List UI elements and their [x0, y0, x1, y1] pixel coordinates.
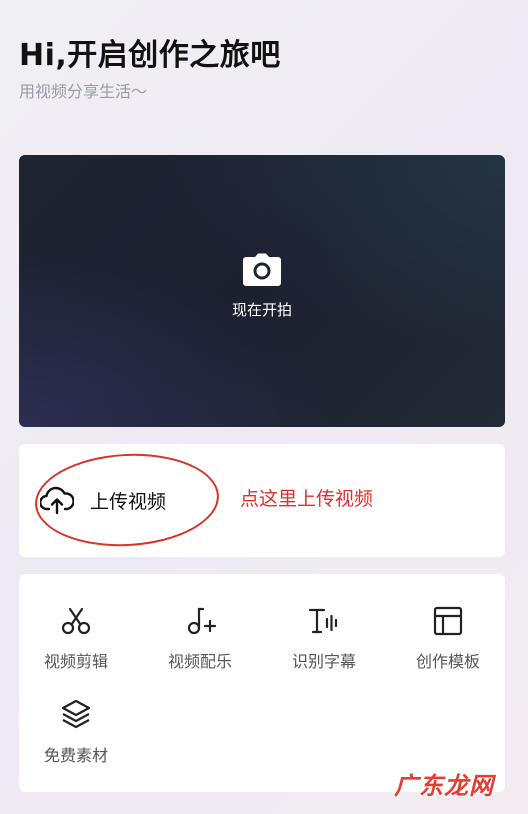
tool-label: 识别字幕	[291, 652, 356, 671]
tool-creation-templates[interactable]: 创作模板	[392, 604, 504, 672]
tool-recognize-subtitles[interactable]: 识别字幕	[268, 604, 380, 672]
page-title: Hi,开启创作之旅吧	[19, 38, 281, 73]
page-subtitle: 用视频分享生活～	[19, 82, 148, 101]
layers-icon	[61, 699, 91, 729]
music-note-plus-icon	[187, 607, 217, 635]
tool-label: 视频配乐	[167, 652, 232, 671]
tool-video-edit[interactable]: 视频剪辑	[20, 604, 132, 672]
upload-annotation: 点这里上传视频	[240, 488, 374, 510]
tool-label: 创作模板	[415, 652, 480, 671]
scissors-icon	[61, 607, 91, 635]
tool-label: 免费素材	[43, 746, 108, 765]
tool-free-materials[interactable]: 免费素材	[20, 698, 132, 766]
text-audio-icon	[308, 608, 338, 634]
tool-label: 视频剪辑	[43, 652, 108, 671]
template-layout-icon	[433, 606, 463, 636]
tool-video-music[interactable]: 视频配乐	[144, 604, 256, 672]
start-shooting-card[interactable]: 现在开拍	[19, 155, 505, 427]
start-shooting-label: 现在开拍	[231, 300, 292, 319]
site-watermark: 广东龙网	[394, 772, 494, 800]
camera-icon	[243, 253, 281, 286]
